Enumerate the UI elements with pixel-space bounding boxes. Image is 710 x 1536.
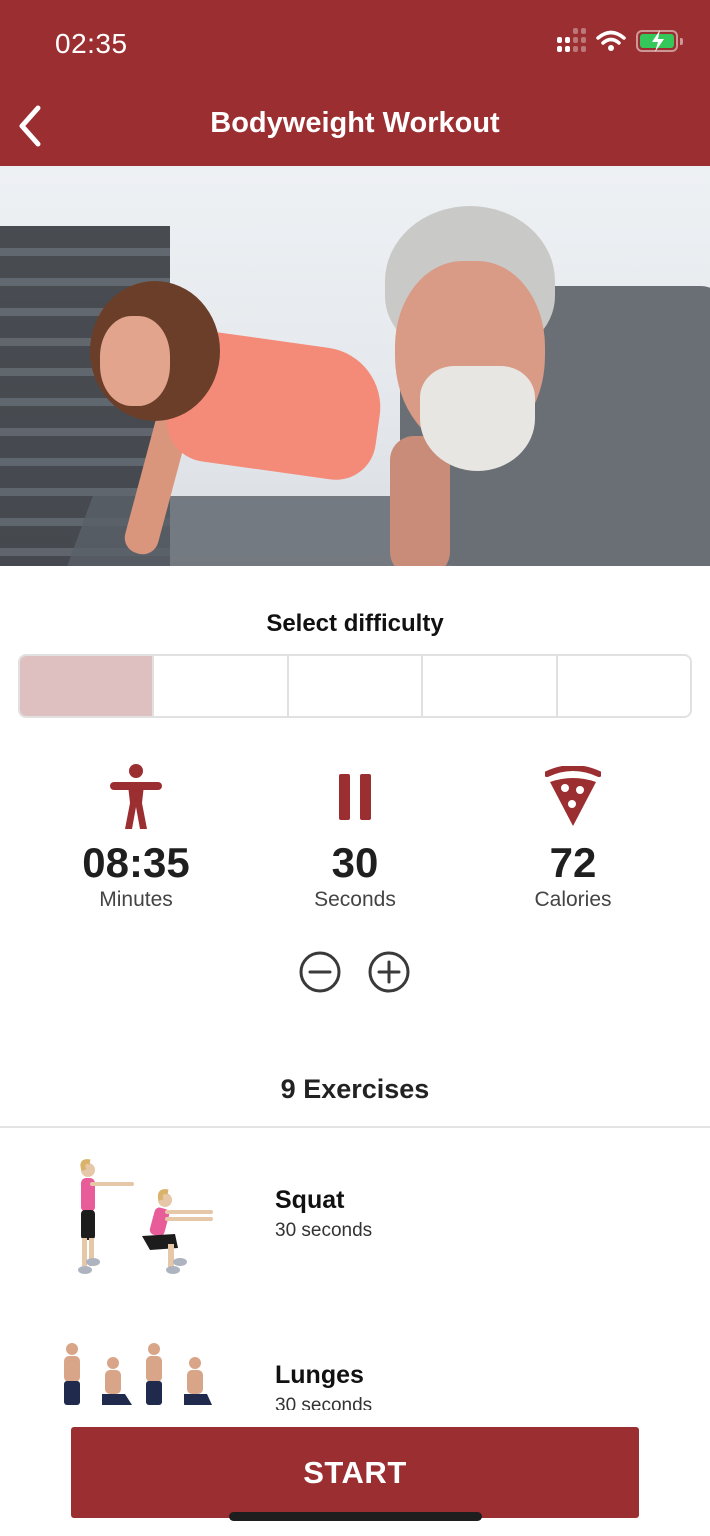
difficulty-level-1[interactable] <box>20 656 155 716</box>
exercise-list[interactable]: Squat 30 seconds Lunges 30 seconds <box>0 1130 710 1410</box>
status-time: 02:35 <box>55 28 128 59</box>
stat-label: Calories <box>534 888 612 912</box>
minus-circle-icon <box>299 951 341 993</box>
stat-value: 72 <box>549 839 597 886</box>
stat-label: Minutes <box>99 888 173 912</box>
stat-interval: 30 Seconds <box>245 762 465 912</box>
difficulty-level-5[interactable] <box>557 656 690 716</box>
start-button[interactable]: START <box>71 1427 639 1518</box>
exercise-duration: 30 seconds <box>275 1395 373 1410</box>
person-icon <box>110 764 162 829</box>
workout-stats: 08:35 Minutes 30 Seconds 72 Calories <box>0 762 710 922</box>
status-icons <box>557 28 683 52</box>
stat-duration: 08:35 Minutes <box>26 762 246 912</box>
exercise-duration: 30 seconds <box>275 1220 373 1241</box>
difficulty-title: Select difficulty <box>266 610 444 637</box>
page-title: Bodyweight Workout <box>210 107 500 139</box>
battery-charging-icon <box>636 30 683 52</box>
exercise-name: Lunges <box>275 1361 364 1389</box>
difficulty-selector[interactable] <box>18 654 692 718</box>
pause-icon <box>339 774 371 820</box>
stat-label: Seconds <box>314 888 396 912</box>
divider <box>0 1126 710 1128</box>
difficulty-level-3[interactable] <box>288 656 424 716</box>
increase-button[interactable] <box>367 950 411 994</box>
lunges-illustration <box>64 1343 212 1405</box>
plus-circle-icon <box>368 951 410 993</box>
squat-illustration <box>78 1159 213 1274</box>
exercises-count-title: 9 Exercises <box>280 1074 430 1104</box>
decrease-button[interactable] <box>298 950 342 994</box>
stat-value: 30 <box>331 839 379 886</box>
exercise-name: Squat <box>275 1186 345 1214</box>
pizza-slice-icon <box>545 766 601 826</box>
home-indicator[interactable] <box>229 1512 482 1521</box>
stat-value: 08:35 <box>82 839 190 886</box>
cellular-signal-icon <box>557 28 586 52</box>
wifi-icon <box>596 30 626 51</box>
stat-calories: 72 Calories <box>463 762 683 912</box>
difficulty-level-2[interactable] <box>154 656 289 716</box>
exercise-list-item[interactable]: Lunges 30 seconds <box>0 1325 710 1410</box>
app-header: 02:35 Bodyweight Workout <box>0 0 710 166</box>
exercise-list-item[interactable]: Squat 30 seconds <box>0 1150 710 1300</box>
difficulty-level-4[interactable] <box>423 656 558 716</box>
hero-image <box>0 166 710 566</box>
